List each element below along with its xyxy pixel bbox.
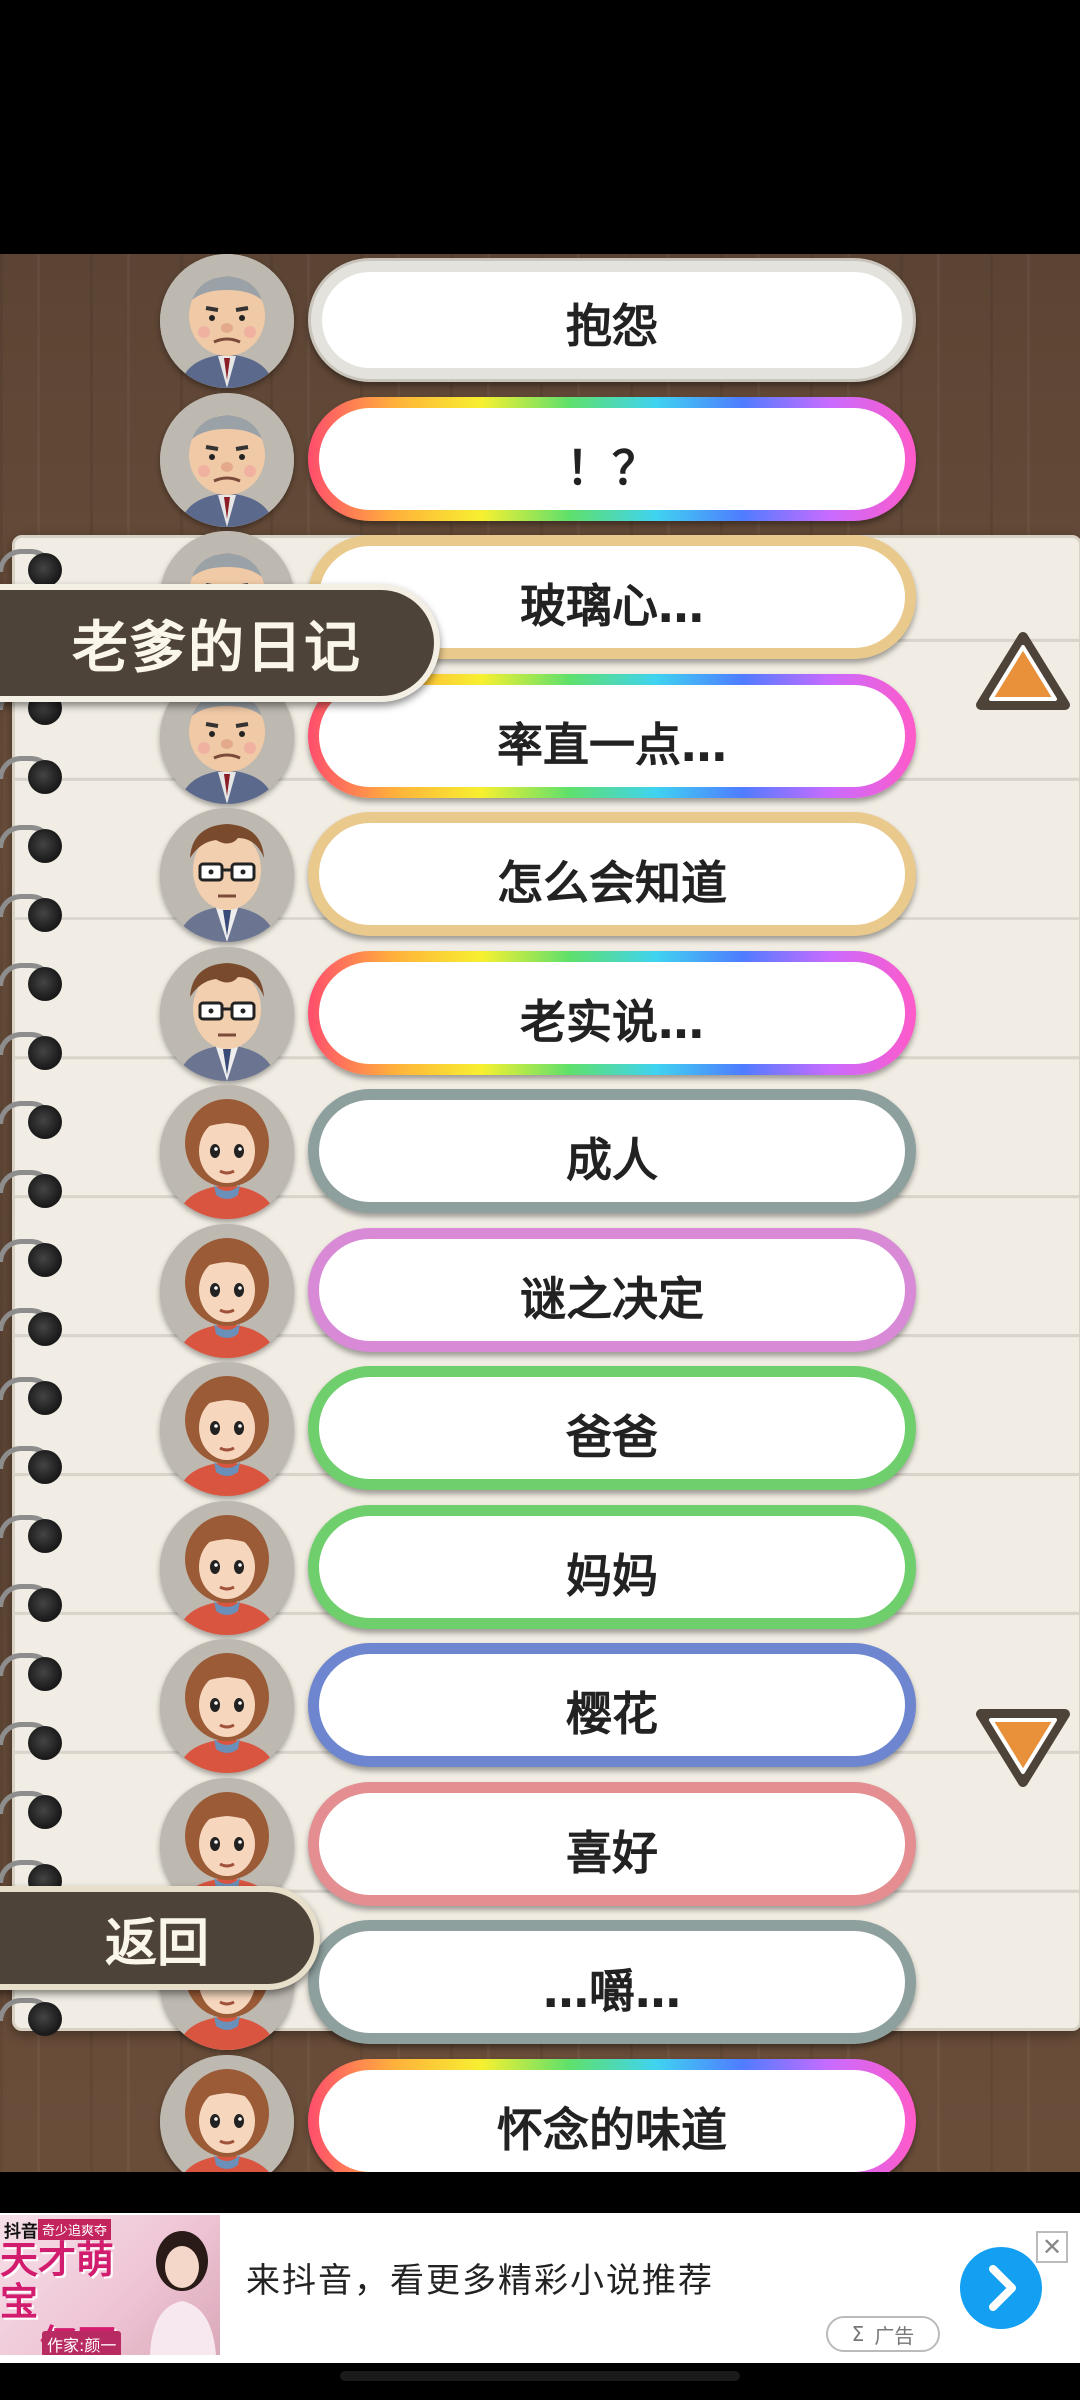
ad-book-title-line1: 天才萌宝 [0, 2238, 115, 2324]
diary-entry-label: 率直一点… [319, 684, 905, 787]
diary-entry-button[interactable]: 抱怨 [308, 258, 916, 382]
diary-entry-button[interactable]: 成人 [308, 1089, 916, 1213]
diary-entry-label: 妈妈 [319, 1515, 905, 1618]
ad-cta-button[interactable] [960, 2247, 1042, 2329]
diary-entry-label: 怀念的味道 [319, 2069, 905, 2172]
spiral-ring [0, 1651, 68, 1695]
diary-entry-label: 成人 [319, 1100, 905, 1202]
scroll-up-arrow[interactable] [975, 631, 1071, 711]
diary-entry-button[interactable]: …嚼… [308, 1920, 916, 2044]
diary-entry-row[interactable]: 妈妈 [0, 1499, 1080, 1637]
diary-entry-button[interactable]: 怎么会知道 [308, 812, 916, 936]
diary-entry-label: 樱花 [319, 1654, 905, 1756]
spiral-ring [0, 961, 68, 1005]
close-icon[interactable]: ✕ [1036, 2231, 1068, 2263]
diary-entry-row[interactable]: 老实说… [0, 945, 1080, 1083]
diary-entry-button[interactable]: 老实说… [308, 950, 916, 1075]
diary-entry-label: 老实说… [319, 961, 905, 1064]
spiral-ring [0, 754, 68, 798]
diary-entry-row[interactable]: 抱怨 [0, 254, 1080, 390]
diary-entry-row[interactable]: 爸爸 [0, 1360, 1080, 1498]
spiral-ring [0, 1237, 68, 1281]
sigma-icon: Σ [851, 2322, 865, 2346]
diary-entry-row[interactable]: 樱花 [0, 1637, 1080, 1775]
girl-character-avatar [160, 1362, 294, 1496]
girl-character-avatar [160, 2054, 294, 2172]
spiral-ring [0, 1168, 68, 1212]
diary-entry-label: 爸爸 [319, 1377, 905, 1479]
diary-entry-button[interactable]: 妈妈 [308, 1504, 916, 1629]
diary-entry-label: 谜之决定 [319, 1238, 905, 1341]
spiral-ring [0, 1306, 68, 1350]
page-title: 老爹的日记 [0, 584, 440, 702]
diary-entry-row[interactable]: 成人 [0, 1083, 1080, 1221]
spiral-ring [0, 1375, 68, 1419]
diary-entry-button[interactable]: 怀念的味道 [308, 2058, 916, 2172]
ad-tag-label: 广告 [874, 2323, 915, 2348]
girl-character-avatar [160, 1639, 294, 1773]
dad-character-avatar [160, 946, 294, 1081]
grandpa-character-avatar [160, 254, 294, 388]
spiral-ring [0, 1789, 68, 1833]
diary-entry-row[interactable]: ！？ [0, 391, 1080, 529]
diary-entry-button[interactable]: 爸爸 [308, 1366, 916, 1490]
ad-thumbnail[interactable]: 抖音 奇少追爽夺 天才萌宝 亿万妻 作家:颜一 [0, 2215, 220, 2355]
ad-label-tag: Σ 广告 [826, 2316, 940, 2352]
diary-entry-label: 喜好 [319, 1792, 905, 1895]
girl-character-avatar [160, 1223, 294, 1358]
diary-entry-label: 怎么会知道 [319, 823, 905, 925]
diary-entry-button[interactable]: 樱花 [308, 1643, 916, 1767]
spiral-ring [0, 1030, 68, 1074]
diary-entry-label: …嚼… [319, 1931, 905, 2033]
girl-character-avatar [160, 1085, 294, 1219]
diary-entry-button[interactable]: 喜好 [308, 1781, 916, 1906]
back-button[interactable]: 返回 [0, 1886, 320, 1990]
scroll-down-arrow[interactable] [975, 1708, 1071, 1788]
ad-text[interactable]: 来抖音，看更多精彩小说推荐 [246, 2253, 714, 2302]
ad-portrait-image [150, 2231, 216, 2355]
diary-entry-row[interactable]: 怀念的味道 [0, 2053, 1080, 2172]
diary-entry-row[interactable]: 怎么会知道 [0, 806, 1080, 944]
diary-entry-row[interactable]: 谜之决定 [0, 1222, 1080, 1360]
chevron-right-icon [989, 2265, 1016, 2311]
spiral-ring [0, 1444, 68, 1488]
notebook-spiral [0, 535, 75, 2036]
grandpa-character-avatar [160, 392, 294, 527]
spiral-ring [0, 1720, 68, 1764]
diary-entry-label: ！？ [319, 407, 905, 510]
diary-entry-button[interactable]: ！？ [308, 396, 916, 521]
spiral-ring [0, 823, 68, 867]
girl-character-avatar [160, 1500, 294, 1635]
ad-banner[interactable]: 抖音 奇少追爽夺 天才萌宝 亿万妻 作家:颜一 来抖音，看更多精彩小说推荐 Σ … [0, 2213, 1080, 2363]
game-screen: 抱怨！？ 玻璃心… 率直一点… 怎么会知道 老实说… 成人 谜之决定 爸爸 妈妈 樱花 喜好 …嚼… 怀… [0, 254, 1080, 2172]
diary-entry-button[interactable]: 谜之决定 [308, 1227, 916, 1352]
spiral-ring [0, 1996, 68, 2040]
ad-badge: 奇少追爽夺 [38, 2219, 112, 2240]
spiral-ring [0, 1513, 68, 1557]
ad-author: 作家:颜一 [42, 2331, 122, 2355]
home-indicator[interactable] [340, 2371, 740, 2381]
dad-character-avatar [160, 808, 294, 942]
diary-entry-label: 抱怨 [322, 272, 902, 368]
spiral-ring [0, 1582, 68, 1626]
spiral-ring [0, 1099, 68, 1143]
spiral-ring [0, 892, 68, 936]
